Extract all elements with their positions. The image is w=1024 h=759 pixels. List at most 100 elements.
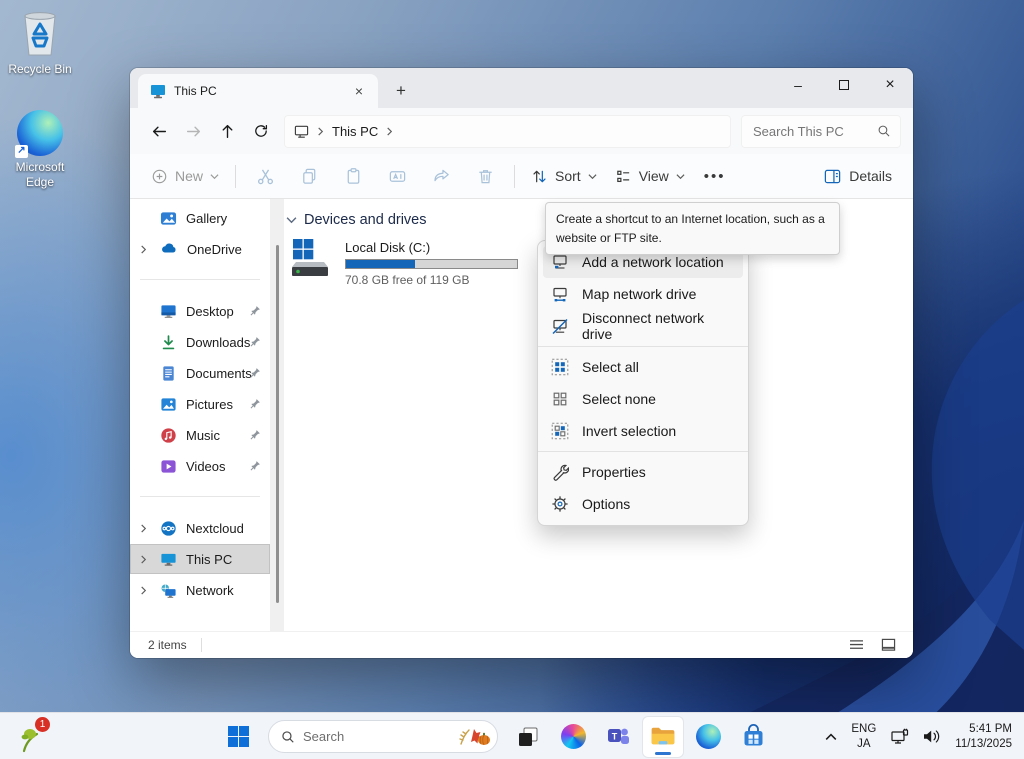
see-more-button[interactable]: ••• (694, 168, 736, 185)
share-button[interactable] (419, 159, 463, 193)
menu-item-map-network-drive[interactable]: Map network drive (543, 278, 743, 310)
network-tray-button[interactable] (886, 719, 914, 755)
taskbar-tray-app[interactable]: 1 (14, 721, 46, 753)
sort-button[interactable]: Sort (522, 159, 606, 193)
forward-arrow-icon (185, 123, 202, 140)
teams-button[interactable]: T (598, 717, 638, 757)
tray-chevron-up[interactable] (821, 719, 841, 755)
task-view-icon (516, 725, 540, 749)
network-icon (160, 582, 177, 599)
gear-icon (551, 495, 569, 513)
back-button[interactable] (142, 114, 176, 148)
chevron-up-icon (825, 733, 837, 741)
start-button[interactable] (218, 717, 258, 757)
sidebar-item-documents[interactable]: Documents (130, 358, 270, 388)
sidebar-item-videos[interactable]: Videos (130, 451, 270, 481)
close-button[interactable]: × (867, 68, 913, 102)
svg-text:T: T (611, 732, 617, 742)
chevron-right-icon[interactable] (139, 583, 148, 598)
desktop-icon-label: Recycle Bin (0, 62, 80, 77)
sidebar-item-network[interactable]: Network (130, 575, 270, 605)
minimize-button[interactable]: – (775, 68, 821, 102)
view-layout-icon (615, 168, 632, 185)
cut-button[interactable] (243, 159, 287, 193)
large-icons-view-toggle[interactable] (877, 635, 899, 655)
rename-icon (388, 167, 407, 186)
section-title: Devices and drives (304, 212, 427, 228)
menu-item-invert-selection[interactable]: Invert selection (543, 415, 743, 447)
pin-icon (250, 459, 261, 474)
taskbar-search-input[interactable] (303, 729, 449, 744)
chevron-right-icon[interactable] (139, 552, 148, 567)
desktop-icon-recycle-bin[interactable]: Recycle Bin (0, 8, 80, 77)
explorer-search-input[interactable] (753, 124, 877, 139)
language-indicator[interactable]: ENG JA (845, 720, 882, 753)
maximize-button[interactable] (821, 68, 867, 102)
sidebar-item-pictures[interactable]: Pictures (130, 389, 270, 419)
menu-item-options[interactable]: Options (543, 488, 743, 520)
view-button[interactable]: View (606, 159, 694, 193)
chevron-right-icon[interactable] (139, 242, 148, 257)
taskbar-search[interactable] (268, 720, 498, 753)
tab-this-pc[interactable]: This PC × (138, 74, 378, 108)
menu-item-label: Map network drive (582, 286, 696, 302)
drive-free-space: 70.8 GB free of 119 GB (345, 273, 518, 287)
rename-button[interactable] (375, 159, 419, 193)
clock-time: 5:41 PM (955, 722, 1012, 737)
menu-item-properties[interactable]: Properties (543, 456, 743, 488)
sidebar-item-nextcloud[interactable]: Nextcloud (130, 513, 270, 543)
search-icon (281, 730, 295, 744)
running-indicator (655, 752, 671, 755)
sidebar-item-onedrive[interactable]: OneDrive (130, 234, 270, 264)
task-view-button[interactable] (508, 717, 548, 757)
menu-item-select-none[interactable]: Select none (543, 383, 743, 415)
sort-button-label: Sort (555, 168, 581, 184)
sort-arrows-icon (531, 168, 548, 185)
details-view-toggle[interactable] (845, 635, 867, 655)
share-icon (432, 167, 451, 186)
sidebar-item-label: OneDrive (187, 242, 242, 257)
sidebar-item-music[interactable]: Music (130, 420, 270, 450)
tab-title: This PC (174, 84, 338, 98)
scissors-cut-icon (256, 167, 275, 186)
breadcrumb-item-this-pc[interactable]: This PC (332, 124, 378, 139)
file-explorer-button[interactable] (643, 717, 683, 757)
delete-button[interactable] (463, 159, 507, 193)
new-button[interactable]: New (142, 159, 228, 193)
new-tab-button[interactable]: + (388, 78, 414, 104)
paste-button[interactable] (331, 159, 375, 193)
chevron-down-icon[interactable] (286, 212, 297, 228)
scrollbar-thumb[interactable] (276, 245, 279, 603)
plus-circle-icon (151, 168, 168, 185)
copy-button[interactable] (287, 159, 331, 193)
copilot-button[interactable] (553, 717, 593, 757)
desktop-icon-microsoft-edge[interactable]: ↗ Microsoft Edge (0, 110, 80, 190)
sidebar-item-desktop[interactable]: Desktop (130, 296, 270, 326)
details-button[interactable]: Details (814, 159, 901, 193)
desktop: Recycle Bin ↗ Microsoft Edge This PC × +… (0, 0, 1024, 759)
tab-close-icon[interactable]: × (346, 78, 372, 104)
chevron-right-icon[interactable] (139, 521, 148, 536)
view-button-label: View (639, 168, 669, 184)
menu-item-select-all[interactable]: Select all (543, 351, 743, 383)
search-icon (877, 124, 891, 138)
refresh-button[interactable] (244, 114, 278, 148)
sidebar-item-downloads[interactable]: Downloads (130, 327, 270, 357)
volume-tray-button[interactable] (918, 719, 945, 755)
breadcrumb[interactable]: This PC (284, 115, 731, 148)
store-button[interactable] (733, 717, 773, 757)
network-map-icon (551, 285, 569, 303)
downloads-icon (160, 334, 177, 351)
forward-button[interactable] (176, 114, 210, 148)
sidebar-item-this-pc[interactable]: This PC (130, 544, 270, 574)
sidebar-item-gallery[interactable]: Gallery (130, 203, 270, 233)
menu-item-disconnect-network-drive[interactable]: Disconnect network drive (543, 310, 743, 342)
up-arrow-icon (219, 123, 236, 140)
explorer-search[interactable] (741, 115, 901, 148)
clock-date: 11/13/2025 (955, 737, 1012, 752)
status-bar: 2 items (130, 631, 913, 658)
up-button[interactable] (210, 114, 244, 148)
edge-button[interactable] (688, 717, 728, 757)
taskbar-clock[interactable]: 5:41 PM 11/13/2025 (949, 720, 1018, 754)
sidebar-scrollbar[interactable] (270, 199, 284, 631)
